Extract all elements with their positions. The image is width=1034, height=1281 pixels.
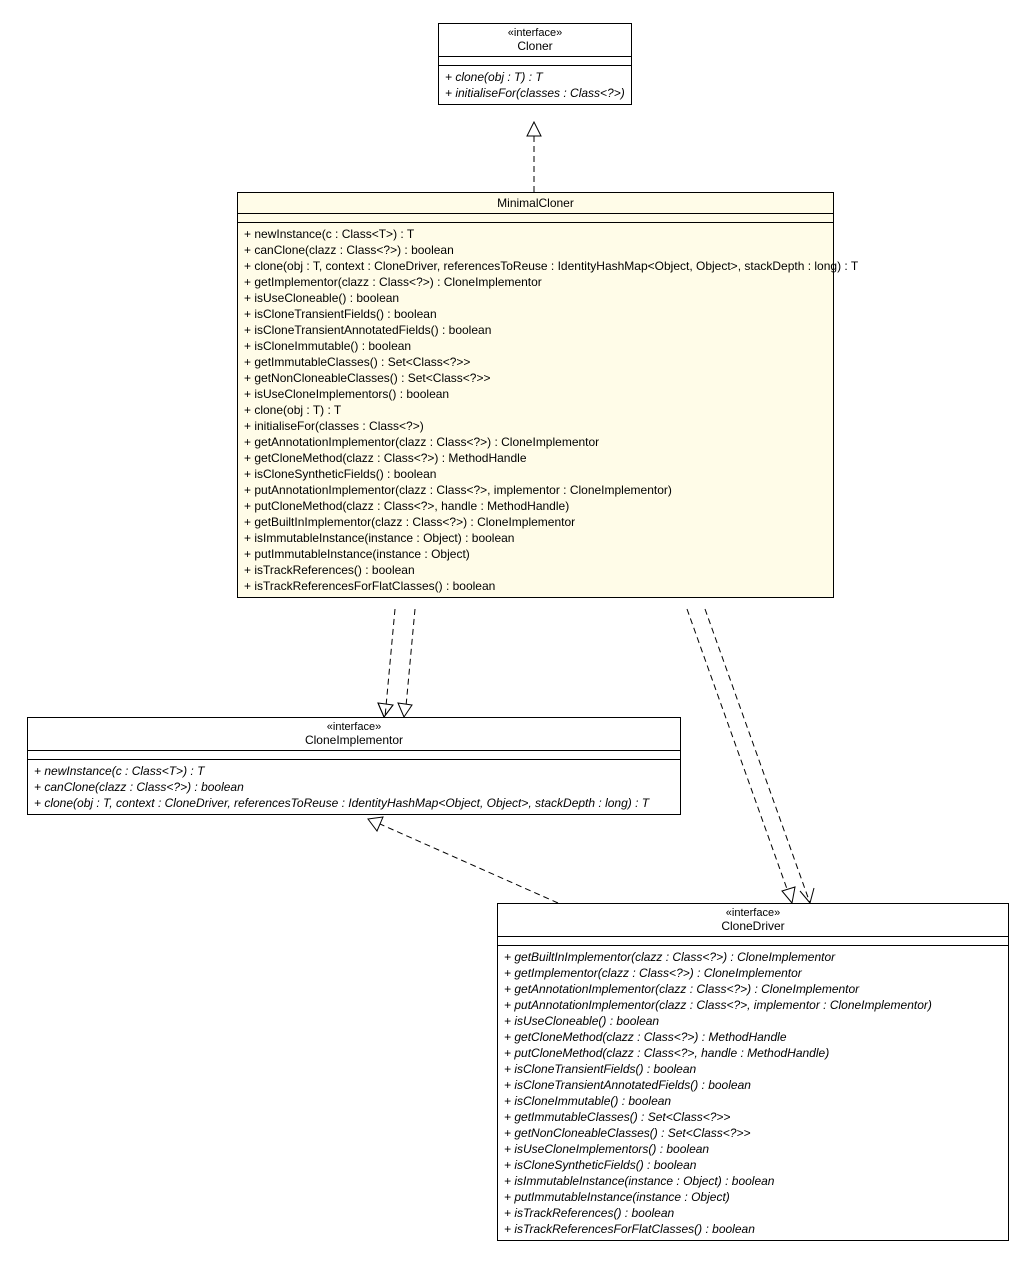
- uml-method: + getImmutableClasses() : Set<Class<?>>: [244, 354, 827, 370]
- class-name: Cloner: [445, 39, 625, 53]
- uml-method: + putCloneMethod(clazz : Class<?>, handl…: [244, 498, 827, 514]
- uml-header: MinimalCloner: [238, 193, 833, 214]
- uml-header: «interface» CloneImplementor: [28, 718, 680, 751]
- uml-method: + isCloneTransientAnnotatedFields() : bo…: [244, 322, 827, 338]
- uml-method: + getBuiltInImplementor(clazz : Class<?>…: [244, 514, 827, 530]
- uml-method: + getAnnotationImplementor(clazz : Class…: [504, 981, 1002, 997]
- uml-class-clone-driver: «interface» CloneDriver + getBuiltInImpl…: [497, 903, 1009, 1241]
- stereotype-label: «interface»: [34, 721, 674, 733]
- uml-method: + initialiseFor(classes : Class<?>): [244, 418, 827, 434]
- stereotype-label: «interface»: [504, 907, 1002, 919]
- uml-methods: + newInstance(c : Class<T>) : T+ canClon…: [238, 223, 833, 597]
- uml-method: + isTrackReferencesForFlatClasses() : bo…: [244, 578, 827, 594]
- class-name: MinimalCloner: [244, 196, 827, 210]
- uml-attributes-empty: [28, 751, 680, 760]
- uml-method: + getImplementor(clazz : Class<?>) : Clo…: [504, 965, 1002, 981]
- uml-method: + putImmutableInstance(instance : Object…: [244, 546, 827, 562]
- uml-method: + newInstance(c : Class<T>) : T: [244, 226, 827, 242]
- uml-attributes-empty: [238, 214, 833, 223]
- uml-method: + isCloneSyntheticFields() : boolean: [244, 466, 827, 482]
- uml-method: + isUseCloneImplementors() : boolean: [244, 386, 827, 402]
- uml-class-clone-implementor: «interface» CloneImplementor + newInstan…: [27, 717, 681, 815]
- uml-method: + newInstance(c : Class<T>) : T: [34, 763, 674, 779]
- uml-method: + isCloneTransientFields() : boolean: [504, 1061, 1002, 1077]
- uml-method: + putAnnotationImplementor(clazz : Class…: [504, 997, 1002, 1013]
- uml-header: «interface» Cloner: [439, 24, 631, 57]
- uml-method: + getBuiltInImplementor(clazz : Class<?>…: [504, 949, 1002, 965]
- stereotype-label: «interface»: [445, 27, 625, 39]
- uml-methods: + clone(obj : T) : T+ initialiseFor(clas…: [439, 66, 631, 104]
- uml-method: + putCloneMethod(clazz : Class<?>, handl…: [504, 1045, 1002, 1061]
- uml-class-cloner: «interface» Cloner + clone(obj : T) : T+…: [438, 23, 632, 105]
- uml-method: + getAnnotationImplementor(clazz : Class…: [244, 434, 827, 450]
- class-name: CloneImplementor: [34, 733, 674, 747]
- uml-method: + clone(obj : T, context : CloneDriver, …: [34, 795, 674, 811]
- uml-method: + getNonCloneableClasses() : Set<Class<?…: [504, 1125, 1002, 1141]
- uml-method: + isImmutableInstance(instance : Object)…: [504, 1173, 1002, 1189]
- connector-minimalcloner-clonedriver: [687, 609, 814, 903]
- uml-method: + putAnnotationImplementor(clazz : Class…: [244, 482, 827, 498]
- uml-class-minimal-cloner: MinimalCloner + newInstance(c : Class<T>…: [237, 192, 834, 598]
- uml-method: + canClone(clazz : Class<?>) : boolean: [34, 779, 674, 795]
- uml-method: + isImmutableInstance(instance : Object)…: [244, 530, 827, 546]
- uml-method: + canClone(clazz : Class<?>) : boolean: [244, 242, 827, 258]
- uml-method: + isTrackReferencesForFlatClasses() : bo…: [504, 1221, 1002, 1237]
- uml-method: + clone(obj : T, context : CloneDriver, …: [244, 258, 827, 274]
- connector-minimalcloner-cloner: [527, 122, 541, 192]
- uml-methods: + getBuiltInImplementor(clazz : Class<?>…: [498, 946, 1008, 1240]
- uml-method: + isUseCloneImplementors() : boolean: [504, 1141, 1002, 1157]
- uml-method: + isCloneTransientFields() : boolean: [244, 306, 827, 322]
- uml-attributes-empty: [498, 937, 1008, 946]
- uml-method: + isUseCloneable() : boolean: [504, 1013, 1002, 1029]
- uml-method: + isTrackReferences() : boolean: [504, 1205, 1002, 1221]
- uml-method: + isCloneImmutable() : boolean: [504, 1093, 1002, 1109]
- class-name: CloneDriver: [504, 919, 1002, 933]
- uml-method: + isUseCloneable() : boolean: [244, 290, 827, 306]
- uml-method: + putImmutableInstance(instance : Object…: [504, 1189, 1002, 1205]
- uml-method: + getCloneMethod(clazz : Class<?>) : Met…: [504, 1029, 1002, 1045]
- uml-method: + getImmutableClasses() : Set<Class<?>>: [504, 1109, 1002, 1125]
- uml-method: + clone(obj : T) : T: [445, 69, 625, 85]
- uml-method: + isTrackReferences() : boolean: [244, 562, 827, 578]
- uml-method: + getImplementor(clazz : Class<?>) : Clo…: [244, 274, 827, 290]
- uml-methods: + newInstance(c : Class<T>) : T+ canClon…: [28, 760, 680, 814]
- uml-method: + isCloneTransientAnnotatedFields() : bo…: [504, 1077, 1002, 1093]
- uml-method: + getNonCloneableClasses() : Set<Class<?…: [244, 370, 827, 386]
- connector-minimalcloner-cloneimplementor: [378, 609, 415, 717]
- uml-attributes-empty: [439, 57, 631, 66]
- uml-method: + getCloneMethod(clazz : Class<?>) : Met…: [244, 450, 827, 466]
- uml-method: + initialiseFor(classes : Class<?>): [445, 85, 625, 101]
- uml-method: + isCloneSyntheticFields() : boolean: [504, 1157, 1002, 1173]
- uml-method: + clone(obj : T) : T: [244, 402, 827, 418]
- uml-method: + isCloneImmutable() : boolean: [244, 338, 827, 354]
- uml-header: «interface» CloneDriver: [498, 904, 1008, 937]
- connector-clonedriver-cloneimplementor: [368, 817, 558, 903]
